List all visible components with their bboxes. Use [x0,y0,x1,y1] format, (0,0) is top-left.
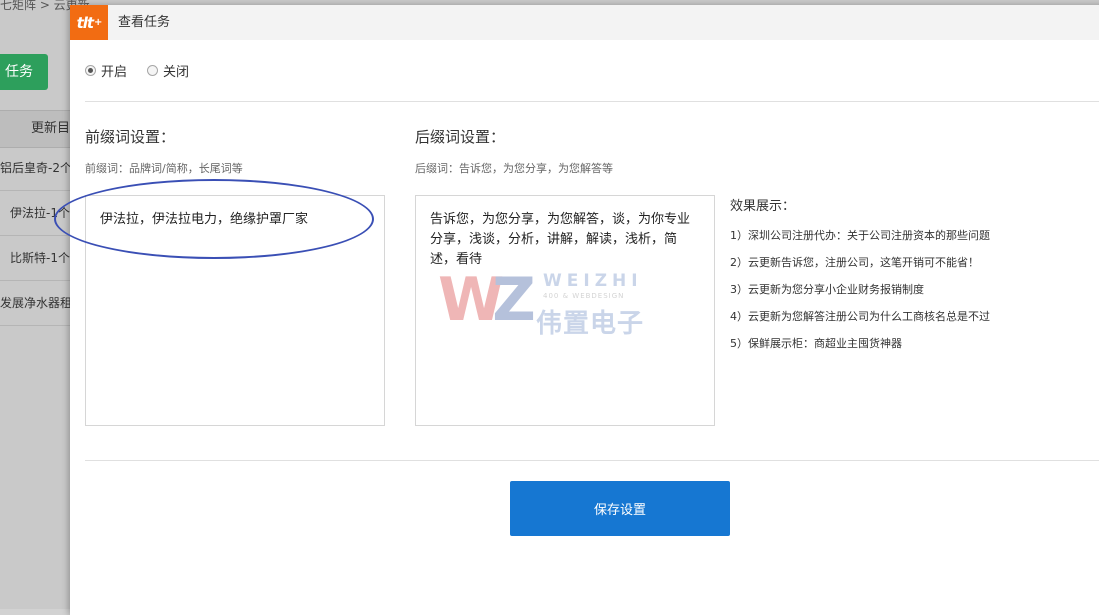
preview-item: 5）保鲜展示柜：商超业主囤货神器 [730,337,902,350]
radio-off-indicator[interactable] [147,65,159,76]
table-body: 铝后皇奇-2个 伊法拉-1个 比斯特-1个 发展净水器租赁 [0,146,70,326]
table-column-header: 更新目 [0,110,70,148]
suffix-hint: 后缀词：告诉您，为您分享，为您解答等 [415,162,613,175]
suffix-textarea[interactable]: 告诉您，为您分享，为您解答，谈，为你专业分享，浅谈，分析，讲解，解读，浅析，简述… [415,195,715,426]
radio-on-indicator[interactable] [85,65,96,76]
suffix-title: 后缀词设置： [415,128,506,146]
app-logo-icon: tlt + [70,5,108,40]
preview-title: 效果展示： [730,199,796,214]
modal-title: 查看任务 [118,15,171,30]
preview-panel: 效果展示： 1）深圳公司注册代办：关于公司注册资本的那些问题 2）云更新告诉您，… [730,195,1090,357]
save-settings-button[interactable]: 保存设置 [510,481,730,536]
logo-text: tlt [76,13,95,32]
table-row[interactable]: 比斯特-1个 [0,236,70,281]
divider-top [85,101,1099,102]
modal-header: tlt + 查看任务 [70,5,1099,40]
table-row[interactable]: 铝后皇奇-2个 [0,146,70,191]
divider-bottom [85,460,1099,461]
prefix-textarea[interactable]: 伊法拉，伊法拉电力，绝缘护罩厂家 [85,195,385,426]
preview-item: 3）云更新为您分享小企业财务报销制度 [730,283,924,296]
preview-item: 4）云更新为您解答注册公司为什么工商核名总是不过 [730,310,990,323]
table-row[interactable]: 伊法拉-1个 [0,191,70,236]
status-radio-group: 开启 关闭 [85,61,209,80]
prefix-hint: 前缀词：品牌词/简称，长尾词等 [85,162,243,175]
radio-on-label: 开启 [101,65,128,80]
radio-off-label: 关闭 [163,65,190,80]
preview-item: 1）深圳公司注册代办：关于公司注册资本的那些问题 [730,229,990,242]
view-task-modal: tlt + 查看任务 开启 关闭 前缀词设置： 前缀词：品牌词/简称，长尾词等 伊… [54,5,1099,615]
radio-off[interactable]: 关闭 [147,61,189,80]
task-button[interactable]: 任务 [0,54,48,90]
prefix-title: 前缀词设置： [85,128,176,146]
radio-on[interactable]: 开启 [85,61,127,80]
table-row[interactable]: 发展净水器租赁 [0,281,70,326]
suffix-text: 告诉您，为您分享，为您解答，谈，为你专业分享，浅谈，分析，讲解，解读，浅析，简述… [430,212,691,267]
prefix-text: 伊法拉，伊法拉电力，绝缘护罩厂家 [100,212,309,227]
preview-item: 2）云更新告诉您，注册公司，这笔开销可不能省！ [730,256,979,269]
logo-plus: + [94,17,102,28]
